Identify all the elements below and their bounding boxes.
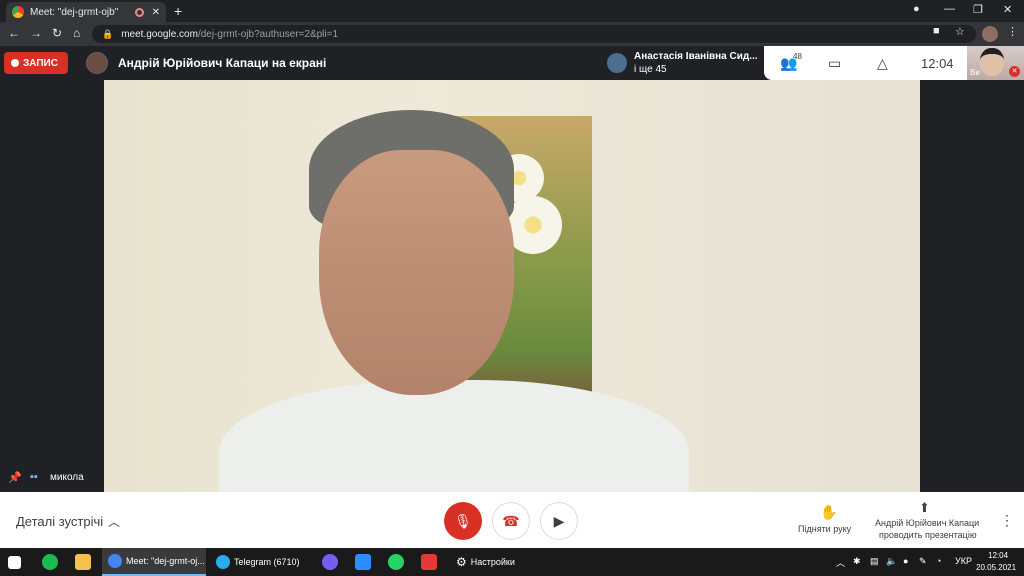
wifi-icon[interactable]: ◔ [936, 556, 941, 566]
record-label: ЗАПИС [23, 57, 58, 69]
meeting-controls: Деталі зустрічі ︿ 🎙 ☎ ▶ ✋ Підняти руку ⬆… [0, 492, 1024, 548]
taskbar-app-label: Настройки [470, 557, 515, 567]
reload-button[interactable]: ↻ [52, 26, 62, 40]
taskbar-app-telegram[interactable]: Telegram (6710) [210, 548, 314, 576]
main-participant-video [104, 80, 920, 492]
record-dot-icon [11, 59, 19, 67]
windows-taskbar: Meet: "dej-grmt-oj... Telegram (6710) ⚙ … [0, 548, 1024, 576]
new-tab-button[interactable]: + [174, 3, 182, 19]
bluetooth-icon[interactable]: ✱ [853, 556, 861, 567]
language-indicator[interactable]: УКР [955, 556, 972, 566]
telegram-icon [216, 555, 230, 569]
camera-in-use-icon[interactable]: ■ [933, 25, 940, 37]
close-window-button[interactable]: ✕ [1003, 3, 1012, 16]
meet-favicon-icon [12, 6, 24, 18]
clock-date[interactable]: 20.05.2021 [976, 563, 1016, 572]
taskbar-app-label: Telegram (6710) [234, 557, 300, 567]
address-bar[interactable]: 🔒 meet.google.com /dej-grmt-ojb?authuser… [92, 25, 976, 43]
back-button[interactable]: ← [8, 26, 20, 40]
meet-top-bar: ЗАПИС Андрій Юрійович Капаци на екрані А… [0, 46, 1024, 80]
browser-tab-strip: Meet: "dej-grmt-ojb" ✕ + ● — ❐ ✕ [0, 0, 1024, 22]
tray-chevron-icon[interactable]: ︿ [836, 556, 845, 569]
hangup-button[interactable]: ☎ [492, 502, 530, 540]
presenter-status-line2[interactable]: проводить презентацію [879, 530, 977, 540]
self-video [980, 48, 1004, 76]
audio-icon: ▪▪ [30, 471, 38, 483]
chevron-up-icon[interactable]: ︿ [108, 513, 120, 530]
taskbar-app-settings[interactable]: ⚙ Настройки [450, 548, 550, 576]
attendee-avatar [607, 53, 627, 73]
participant-shirt [219, 380, 689, 492]
browser-toolbar: ← → ↻ ⌂ 🔒 meet.google.com /dej-grmt-ojb?… [0, 22, 1024, 46]
browser-tab-meet[interactable]: Meet: "dej-grmt-ojb" ✕ [6, 2, 166, 22]
app-icon[interactable] [421, 554, 437, 570]
meeting-time: 12:04 [921, 56, 954, 71]
chrome-menu-icon[interactable]: ● [913, 3, 920, 15]
attendee-name: Анастасія Іванівна Сид... [634, 51, 758, 62]
windows-start-icon[interactable] [8, 556, 21, 569]
meeting-details-button[interactable]: Деталі зустрічі [16, 514, 103, 529]
url-host: meet.google.com [121, 28, 198, 40]
recording-indicator-icon [134, 7, 144, 17]
spotify-icon[interactable] [42, 554, 58, 570]
video-stage: 📌 ▪▪ микола [0, 80, 1024, 492]
chat-icon[interactable]: ▭ [828, 55, 841, 72]
tab-title: Meet: "dej-grmt-ojb" [30, 6, 119, 18]
forward-button[interactable]: → [30, 26, 42, 40]
attendee-more: і ще 45 [634, 64, 667, 75]
file-explorer-icon[interactable] [75, 554, 91, 570]
hangup-icon: ☎ [502, 512, 520, 529]
presenter-title: Андрій Юрійович Капаци на екрані [118, 56, 327, 70]
pen-icon[interactable]: ✎ [919, 556, 927, 567]
activities-icon[interactable]: △ [877, 55, 888, 72]
viber-icon[interactable] [322, 554, 338, 570]
participant-face [319, 150, 514, 395]
mic-off-icon: 🎙 [454, 512, 472, 529]
whatsapp-icon[interactable] [388, 554, 404, 570]
profile-avatar[interactable] [982, 26, 998, 42]
mic-toggle-button[interactable]: 🎙 [444, 502, 482, 540]
clock-time[interactable]: 12:04 [988, 551, 1008, 560]
chrome-menu-dots-icon[interactable]: ⋮ [1007, 25, 1018, 38]
camera-toggle-button[interactable]: ▶ [540, 502, 578, 540]
taskbar-app-meet[interactable]: Meet: "dej-grmt-oj... [102, 548, 206, 576]
self-view-tile[interactable]: Ви ✕ [967, 46, 1024, 80]
meet-actions-panel: 👥 48 ▭ △ 12:04 [764, 46, 967, 80]
url-path: /dej-grmt-ojb?authuser=2&pli=1 [197, 28, 339, 40]
present-icon[interactable]: ⬆ [919, 500, 930, 516]
more-options-icon[interactable]: ⋮ [1000, 512, 1014, 529]
lock-icon: 🔒 [102, 28, 114, 39]
chrome-icon [108, 554, 122, 568]
participant-name: микола [50, 472, 84, 483]
volume-icon[interactable]: 🔈 [886, 556, 897, 567]
presenter-avatar [86, 52, 108, 74]
network-icon[interactable]: ▤ [870, 556, 879, 567]
chrome-tray-icon[interactable]: ● [903, 556, 908, 566]
hand-icon[interactable]: ✋ [820, 504, 837, 521]
maximize-button[interactable]: ❐ [973, 3, 983, 16]
pin-icon[interactable]: 📌 [8, 471, 22, 484]
mic-muted-icon: ✕ [1009, 66, 1020, 77]
people-count: 48 [793, 52, 802, 61]
tab-close-icon[interactable]: ✕ [152, 7, 160, 18]
camera-icon: ▶ [553, 512, 565, 529]
home-button[interactable]: ⌂ [73, 26, 80, 40]
raise-hand-label[interactable]: Підняти руку [798, 524, 851, 534]
bookmark-star-icon[interactable]: ☆ [955, 25, 965, 38]
recording-badge: ЗАПИС [4, 52, 68, 74]
taskbar-app-label: Meet: "dej-grmt-oj... [126, 556, 205, 566]
self-label: Ви [970, 68, 980, 77]
zoom-icon[interactable] [355, 554, 371, 570]
presenter-status-line1[interactable]: Андрій Юрійович Капаци [875, 518, 979, 528]
gear-icon: ⚙ [456, 555, 467, 569]
minimize-button[interactable]: — [944, 3, 955, 15]
